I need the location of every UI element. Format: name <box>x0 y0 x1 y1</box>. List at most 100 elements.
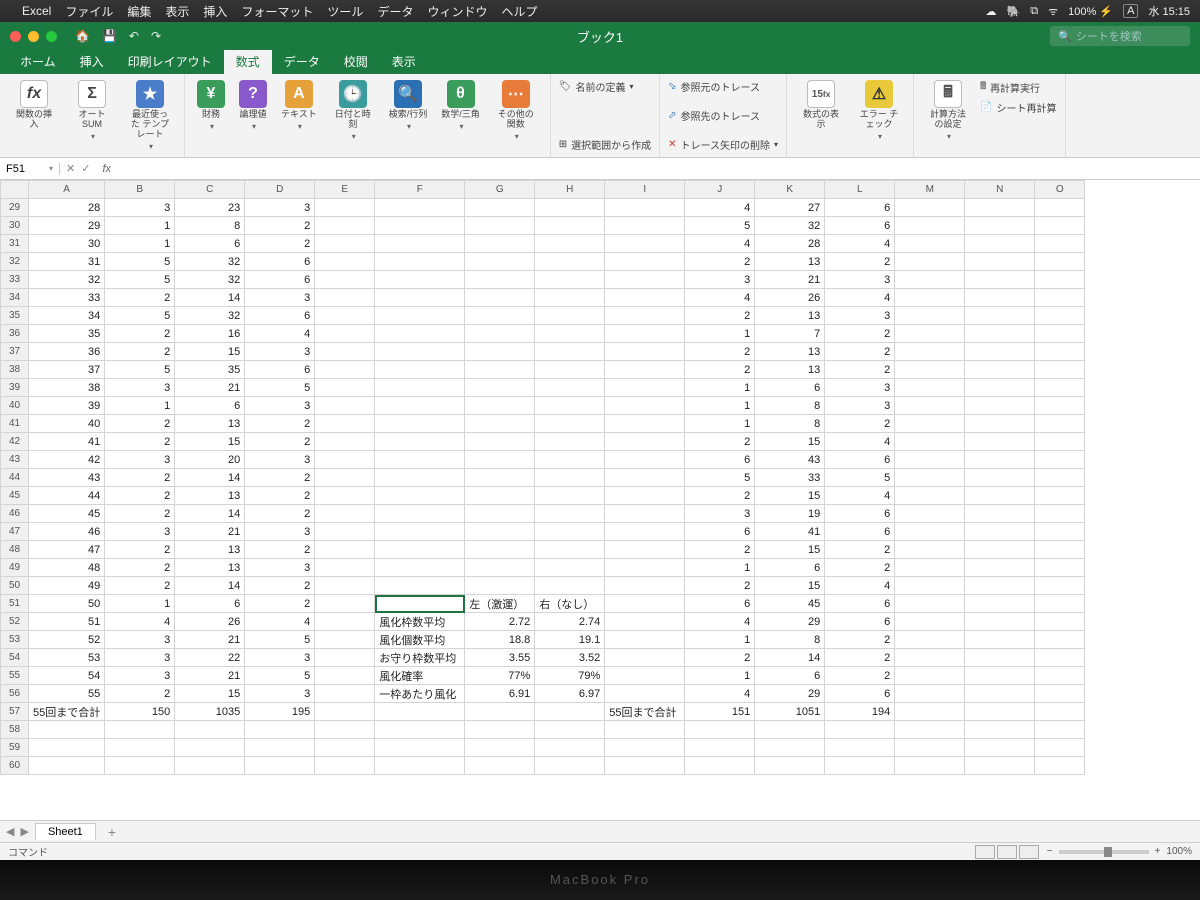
cell-E43[interactable] <box>315 451 375 469</box>
cell-B55[interactable]: 3 <box>105 667 175 685</box>
cell-E42[interactable] <box>315 433 375 451</box>
cell-K44[interactable]: 33 <box>755 469 825 487</box>
cell-B56[interactable]: 2 <box>105 685 175 703</box>
cell-B36[interactable]: 2 <box>105 325 175 343</box>
cell-K30[interactable]: 32 <box>755 217 825 235</box>
cell-J38[interactable]: 2 <box>685 361 755 379</box>
cell-F45[interactable] <box>375 487 465 505</box>
cell-F59[interactable] <box>375 739 465 757</box>
cell-E32[interactable] <box>315 253 375 271</box>
cell-G55[interactable]: 77% <box>465 667 535 685</box>
cell-J53[interactable]: 1 <box>685 631 755 649</box>
cell-I53[interactable] <box>605 631 685 649</box>
cell-M35[interactable] <box>895 307 965 325</box>
cell-F40[interactable] <box>375 397 465 415</box>
cell-O32[interactable] <box>1035 253 1085 271</box>
cell-M40[interactable] <box>895 397 965 415</box>
cell-L34[interactable]: 4 <box>825 289 895 307</box>
row-header-29[interactable]: 29 <box>1 199 29 217</box>
row-header-38[interactable]: 38 <box>1 361 29 379</box>
cell-H46[interactable] <box>535 505 605 523</box>
cell-C57[interactable]: 1035 <box>175 703 245 721</box>
cell-J40[interactable]: 1 <box>685 397 755 415</box>
cell-I54[interactable] <box>605 649 685 667</box>
cell-F47[interactable] <box>375 523 465 541</box>
cell-F57[interactable] <box>375 703 465 721</box>
cell-A31[interactable]: 30 <box>29 235 105 253</box>
tab-data[interactable]: データ <box>272 49 332 74</box>
cell-I35[interactable] <box>605 307 685 325</box>
cell-D60[interactable] <box>245 757 315 775</box>
cell-J45[interactable]: 2 <box>685 487 755 505</box>
cell-O55[interactable] <box>1035 667 1085 685</box>
row-header-58[interactable]: 58 <box>1 721 29 739</box>
cell-N35[interactable] <box>965 307 1035 325</box>
cell-M45[interactable] <box>895 487 965 505</box>
cell-N41[interactable] <box>965 415 1035 433</box>
cell-K42[interactable]: 15 <box>755 433 825 451</box>
menu-edit[interactable]: 編集 <box>127 3 151 20</box>
show-formulas-button[interactable]: 15fx数式の表示 <box>795 78 847 132</box>
cell-M31[interactable] <box>895 235 965 253</box>
cell-I38[interactable] <box>605 361 685 379</box>
cell-O44[interactable] <box>1035 469 1085 487</box>
cell-N43[interactable] <box>965 451 1035 469</box>
cell-A50[interactable]: 49 <box>29 577 105 595</box>
cell-E35[interactable] <box>315 307 375 325</box>
cell-M52[interactable] <box>895 613 965 631</box>
cell-K31[interactable]: 28 <box>755 235 825 253</box>
cell-A39[interactable]: 38 <box>29 379 105 397</box>
cell-I47[interactable] <box>605 523 685 541</box>
cell-M36[interactable] <box>895 325 965 343</box>
cell-A38[interactable]: 37 <box>29 361 105 379</box>
cell-E37[interactable] <box>315 343 375 361</box>
cell-L41[interactable]: 2 <box>825 415 895 433</box>
cell-J36[interactable]: 1 <box>685 325 755 343</box>
cell-C55[interactable]: 21 <box>175 667 245 685</box>
cell-G49[interactable] <box>465 559 535 577</box>
row-header-52[interactable]: 52 <box>1 613 29 631</box>
cell-B40[interactable]: 1 <box>105 397 175 415</box>
cell-A44[interactable]: 43 <box>29 469 105 487</box>
lookup-button[interactable]: 🔍検索/行列 <box>385 78 432 133</box>
cloud-icon[interactable]: ☁ <box>986 5 997 18</box>
cell-H49[interactable] <box>535 559 605 577</box>
cell-O41[interactable] <box>1035 415 1085 433</box>
cell-N48[interactable] <box>965 541 1035 559</box>
define-name-button[interactable]: 🏷名前の定義▾ <box>559 78 634 95</box>
cell-E49[interactable] <box>315 559 375 577</box>
financial-button[interactable]: ¥財務 <box>193 78 229 133</box>
cell-N39[interactable] <box>965 379 1035 397</box>
row-header-48[interactable]: 48 <box>1 541 29 559</box>
cell-C29[interactable]: 23 <box>175 199 245 217</box>
recent-functions-button[interactable]: ★最近使った テンプレート <box>124 78 176 153</box>
zoom-slider[interactable] <box>1059 850 1149 854</box>
col-header-G[interactable]: G <box>465 181 535 199</box>
cell-N32[interactable] <box>965 253 1035 271</box>
cell-B42[interactable]: 2 <box>105 433 175 451</box>
cell-K39[interactable]: 6 <box>755 379 825 397</box>
cell-C56[interactable]: 15 <box>175 685 245 703</box>
cell-B51[interactable]: 1 <box>105 595 175 613</box>
cell-D35[interactable]: 6 <box>245 307 315 325</box>
normal-view-icon[interactable] <box>975 845 995 859</box>
cell-L50[interactable]: 4 <box>825 577 895 595</box>
cell-M42[interactable] <box>895 433 965 451</box>
cell-H37[interactable] <box>535 343 605 361</box>
cell-J54[interactable]: 2 <box>685 649 755 667</box>
cell-G38[interactable] <box>465 361 535 379</box>
cell-E30[interactable] <box>315 217 375 235</box>
cell-G34[interactable] <box>465 289 535 307</box>
cell-O40[interactable] <box>1035 397 1085 415</box>
cell-H44[interactable] <box>535 469 605 487</box>
cell-J31[interactable]: 4 <box>685 235 755 253</box>
cell-A29[interactable]: 28 <box>29 199 105 217</box>
cancel-formula-icon[interactable]: ✕ <box>66 162 75 175</box>
cell-M32[interactable] <box>895 253 965 271</box>
cell-L39[interactable]: 3 <box>825 379 895 397</box>
cell-I33[interactable] <box>605 271 685 289</box>
cell-M53[interactable] <box>895 631 965 649</box>
cell-D40[interactable]: 3 <box>245 397 315 415</box>
cell-A53[interactable]: 52 <box>29 631 105 649</box>
ime-indicator[interactable]: A <box>1123 4 1138 18</box>
